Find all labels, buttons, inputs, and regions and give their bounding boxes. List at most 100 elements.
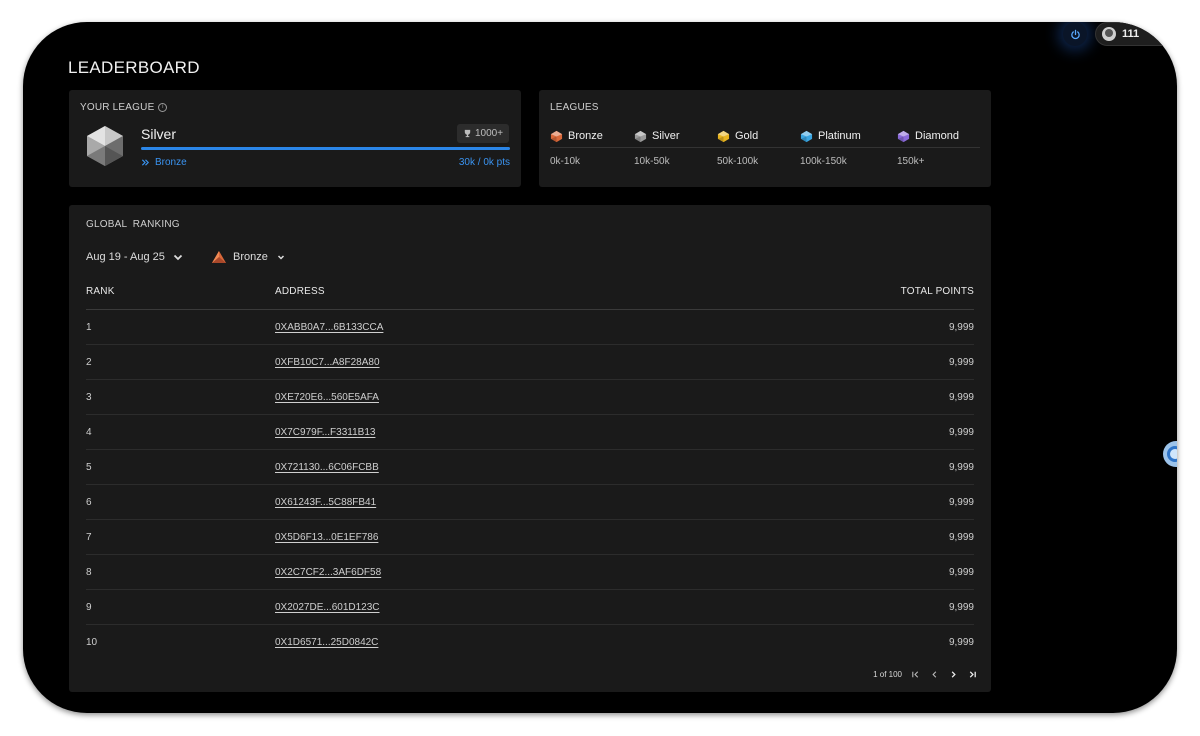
league-name: Bronze — [568, 130, 603, 142]
points-cell: 9,999 — [948, 566, 974, 578]
bronze-gem-icon — [212, 251, 226, 263]
last-page-icon — [969, 671, 976, 678]
points-column-header[interactable]: TOTAL POINTS — [774, 286, 974, 297]
trophy-icon — [464, 129, 471, 138]
address-link[interactable]: 0X7C979F...F3311B13 — [275, 427, 375, 438]
table-row: 6 0X61243F...5C88FB41 9,999 — [86, 485, 974, 520]
league-progress-bar — [141, 147, 510, 150]
league-range: 10k-50k — [634, 155, 670, 167]
league-name: Gold — [735, 130, 759, 142]
rank-cell: 10 — [86, 637, 98, 648]
league-diamond: Diamond — [897, 130, 980, 143]
points-cell: 9,999 — [948, 496, 974, 508]
bronze-gem-icon — [550, 130, 563, 142]
league-progress-fill — [141, 147, 510, 150]
table-header: RANK ADDRESS TOTAL POINTS — [86, 274, 974, 310]
leagues-table: Bronze Silver Gold Platinum Diamond 0k-10k 10… — [550, 125, 980, 174]
power-icon — [1070, 29, 1080, 39]
address-cell: 0X2C7CF2...3AF6DF58 — [275, 567, 774, 578]
address-cell: 0X61243F...5C88FB41 — [275, 497, 774, 508]
address-link[interactable]: 0X5D6F13...0E1EF786 — [275, 532, 378, 543]
prev-page-button[interactable] — [929, 669, 940, 680]
first-page-button[interactable] — [910, 669, 921, 680]
league-names-row: Bronze Silver Gold Platinum Diamond — [550, 125, 980, 148]
league-silver: Silver — [634, 130, 717, 143]
app-frame: LEADERBOARD 111 YOUR LEAGUE i Silver 100… — [23, 22, 1177, 713]
league-name: Silver — [652, 130, 680, 142]
address-cell: 0XE720E6...560E5AFA — [275, 392, 774, 403]
points-badge: 1000+ — [457, 124, 510, 143]
address-link[interactable]: 0XE720E6...560E5AFA — [275, 392, 379, 403]
widget-icon — [1167, 446, 1177, 462]
points-cell: 9,999 — [948, 321, 974, 333]
next-league-link[interactable]: Bronze — [141, 157, 187, 168]
page-indicator: 1 of 100 — [873, 670, 902, 679]
info-icon[interactable]: i — [158, 103, 168, 112]
address-link[interactable]: 0XABB0A7...6B133CCA — [275, 322, 383, 333]
chevron-down-icon — [277, 255, 284, 260]
address-link[interactable]: 0X721130...6C06FCBB — [275, 462, 379, 473]
address-link[interactable]: 0X1D6571...25D0842C — [275, 637, 378, 648]
rank-cell: 3 — [86, 391, 92, 403]
your-league-label: YOUR LEAGUE i — [80, 102, 168, 113]
rank-cell: 8 — [86, 566, 92, 578]
rank-cell: 2 — [86, 356, 92, 368]
leagues-card: LEAGUES Bronze Silver Gold Platinum Diamond … — [539, 90, 991, 187]
side-widget-handle[interactable] — [1163, 441, 1177, 467]
address-link[interactable]: 0X2027DE...601D123C — [275, 602, 380, 613]
first-page-icon — [912, 671, 919, 678]
rank-cell: 5 — [86, 461, 92, 473]
points-cell: 9,999 — [948, 637, 974, 648]
avatar — [1102, 27, 1116, 41]
address-cell: 0X721130...6C06FCBB — [275, 462, 774, 473]
address-cell: 0X1D6571...25D0842C — [275, 637, 774, 648]
table-row: 5 0X721130...6C06FCBB 9,999 — [86, 450, 974, 485]
week-filter-dropdown[interactable]: Aug 19 - Aug 25 — [86, 250, 185, 264]
your-league-label-text: YOUR LEAGUE — [80, 102, 155, 113]
league-range: 0k-10k — [550, 155, 581, 167]
table-row: 8 0X2C7CF2...3AF6DF58 9,999 — [86, 555, 974, 590]
league-gold: Gold — [717, 130, 800, 143]
user-points: 111 — [1122, 28, 1140, 40]
address-cell: 0X2027DE...601D123C — [275, 602, 774, 613]
chevron-left-icon — [932, 671, 937, 678]
league-range: 150k+ — [897, 155, 925, 167]
your-league-card: YOUR LEAGUE i Silver 1000+ Bronze 30k / … — [69, 90, 521, 187]
global-ranking-card: GLOBAL RANKING Aug 19 - Aug 25 Bronze RA… — [69, 205, 991, 692]
pagination: 1 of 100 — [873, 669, 978, 680]
address-link[interactable]: 0X2C7CF2...3AF6DF58 — [275, 567, 381, 578]
last-page-button[interactable] — [967, 669, 978, 680]
rank-cell: 6 — [86, 496, 92, 508]
platinum-gem-icon — [800, 130, 813, 142]
next-league-name: Bronze — [155, 157, 187, 168]
address-column-header[interactable]: ADDRESS — [275, 286, 774, 297]
points-cell: 9,999 — [948, 531, 974, 543]
points-cell: 9,999 — [948, 426, 974, 438]
rank-cell: 9 — [86, 601, 92, 613]
ranking-table: RANK ADDRESS TOTAL POINTS 1 0XABB0A7...6B… — [86, 274, 974, 660]
chevron-down-icon — [173, 254, 183, 261]
league-name: Diamond — [915, 130, 960, 142]
rank-cell: 4 — [86, 426, 92, 438]
double-chevron-right-icon — [141, 159, 150, 166]
rank-cell: 1 — [86, 321, 92, 333]
rank-cell: 7 — [86, 531, 92, 543]
league-name: Platinum — [818, 130, 861, 142]
global-ranking-label: GLOBAL RANKING — [86, 219, 180, 230]
table-row: 1 0XABB0A7...6B133CCA 9,999 — [86, 310, 974, 345]
user-chip[interactable]: 111 — [1095, 22, 1175, 46]
table-body: 1 0XABB0A7...6B133CCA 9,999 2 0XFB10C7...A8F… — [86, 310, 974, 660]
address-link[interactable]: 0X61243F...5C88FB41 — [275, 497, 376, 508]
power-button[interactable] — [1063, 22, 1087, 46]
points-cell: 9,999 — [948, 461, 974, 473]
table-row: 9 0X2027DE...601D123C 9,999 — [86, 590, 974, 625]
next-page-button[interactable] — [948, 669, 959, 680]
address-link[interactable]: 0XFB10C7...A8F28A80 — [275, 357, 380, 368]
table-row: 7 0X5D6F13...0E1EF786 9,999 — [86, 520, 974, 555]
league-filter-dropdown[interactable]: Bronze — [211, 250, 288, 264]
chevron-right-icon — [951, 671, 956, 678]
rank-column-header[interactable]: RANK — [86, 286, 275, 297]
league-bronze: Bronze — [550, 130, 634, 143]
table-row: 2 0XFB10C7...A8F28A80 9,999 — [86, 345, 974, 380]
address-cell: 0X5D6F13...0E1EF786 — [275, 532, 774, 543]
